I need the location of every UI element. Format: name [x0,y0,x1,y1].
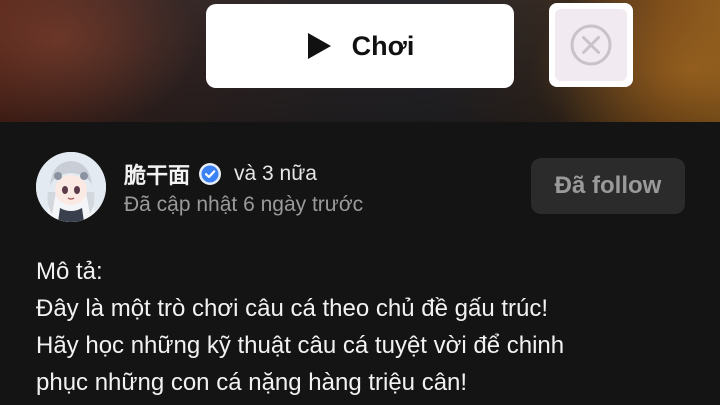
updated-timestamp: Đã cập nhật 6 ngày trước [124,193,364,216]
description-line: phục những con cá nặng hàng triệu cân! [36,369,468,396]
close-circle-icon [570,24,612,66]
play-icon [307,33,331,59]
avatar-image [36,152,106,222]
play-button[interactable]: Chơi [206,4,514,88]
close-button[interactable] [549,3,633,87]
description-line: Hãy học những kỹ thuật câu cá tuyệt vời … [36,332,565,359]
close-button-surface [555,9,627,81]
author-row: 脆干面 và 3 nữa [124,158,317,190]
author-avatar[interactable] [36,152,106,222]
verified-badge-icon [199,163,222,185]
follow-button[interactable]: Đã follow [531,158,685,214]
author-name[interactable]: 脆干面 [124,158,190,190]
description-line: Đây là một trò chơi câu cá theo chủ đề g… [36,295,549,322]
game-description: Mô tả: Đây là một trò chơi câu cá theo c… [36,253,696,401]
description-heading: Mô tả: [36,258,103,285]
co-authors-link[interactable]: và 3 nữa [234,162,317,186]
play-label: Chơi [351,30,415,61]
game-details: 脆干面 và 3 nữa Đã cập nhật 6 ngày trước Đã… [0,122,720,405]
